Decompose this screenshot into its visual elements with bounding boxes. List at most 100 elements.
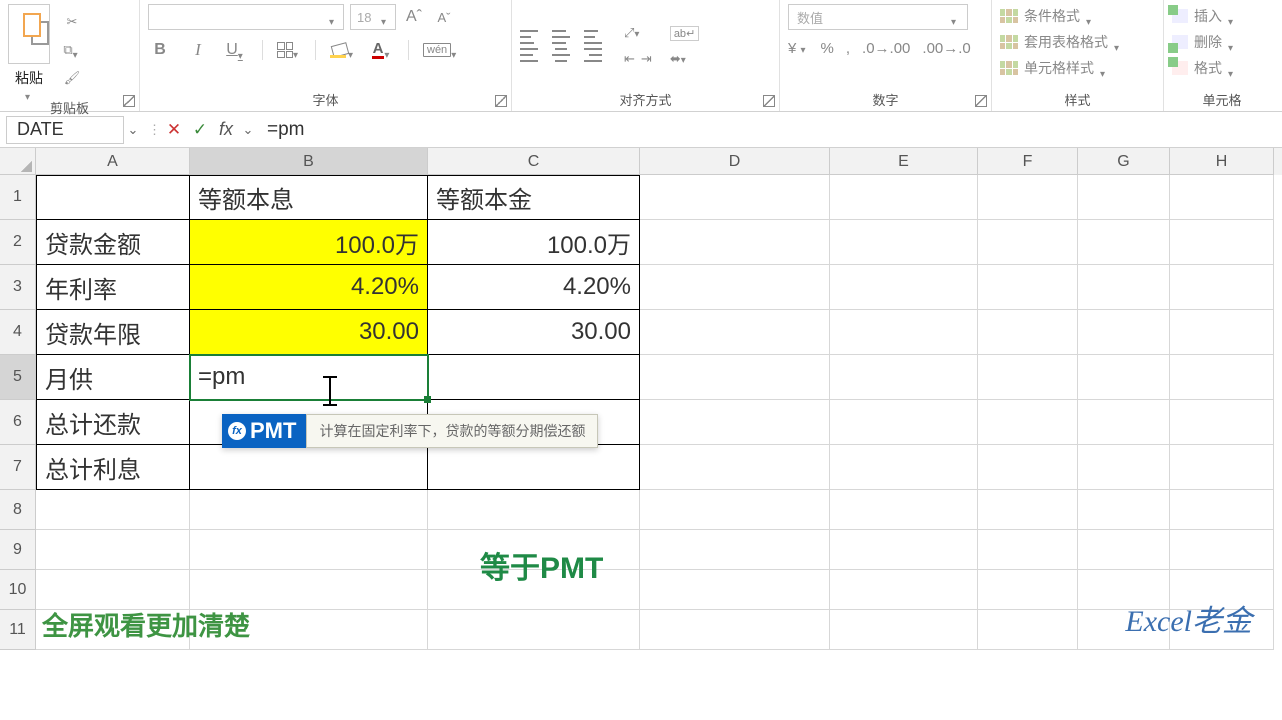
cell-C8[interactable] (428, 490, 640, 530)
cell-F9[interactable] (978, 530, 1078, 570)
cell-E11[interactable] (830, 610, 978, 650)
cell-C3[interactable]: 4.20% (428, 265, 640, 310)
cell-E6[interactable] (830, 400, 978, 445)
row-header-8[interactable]: 8 (0, 490, 36, 530)
cell-B5-active[interactable]: =pm (190, 355, 428, 400)
cell-A2[interactable]: 贷款金额 (36, 220, 190, 265)
paste-dropdown[interactable] (25, 88, 33, 96)
formula-input[interactable]: =pm (257, 119, 1282, 141)
cell-E1[interactable] (830, 175, 978, 220)
clipboard-launcher[interactable] (123, 95, 135, 107)
cell-D2[interactable] (640, 220, 830, 265)
cell-G6[interactable] (1078, 400, 1170, 445)
col-header-H[interactable]: H (1170, 148, 1274, 175)
cell-D4[interactable] (640, 310, 830, 355)
cell-E2[interactable] (830, 220, 978, 265)
col-header-A[interactable]: A (36, 148, 190, 175)
row-header-5[interactable]: 5 (0, 355, 36, 400)
row-header-7[interactable]: 7 (0, 445, 36, 490)
cell-H9[interactable] (1170, 530, 1274, 570)
decrease-decimal-icon[interactable]: .00→.0 (922, 40, 970, 57)
italic-button[interactable]: I (186, 38, 210, 62)
cell-C4[interactable]: 30.00 (428, 310, 640, 355)
font-launcher[interactable] (495, 95, 507, 107)
insert-cells-button[interactable]: 插入 (1172, 4, 1236, 28)
col-header-C[interactable]: C (428, 148, 640, 175)
delete-cells-button[interactable]: 删除 (1172, 30, 1236, 54)
paste-button[interactable]: 粘贴 (15, 64, 43, 88)
percent-button[interactable]: % (821, 40, 834, 57)
cell-H4[interactable] (1170, 310, 1274, 355)
cell-A4[interactable]: 贷款年限 (36, 310, 190, 355)
phonetic-button[interactable]: wén (423, 38, 459, 62)
align-center-icon[interactable] (552, 48, 570, 62)
conditional-formatting-button[interactable]: 条件格式 (1000, 4, 1094, 28)
format-as-table-button[interactable]: 套用表格格式 (1000, 30, 1122, 54)
cell-B1[interactable]: 等额本息 (190, 175, 428, 220)
cell-A6[interactable]: 总计还款 (36, 400, 190, 445)
cell-H8[interactable] (1170, 490, 1274, 530)
align-right-icon[interactable] (584, 48, 602, 62)
cell-F5[interactable] (978, 355, 1078, 400)
cell-H7[interactable] (1170, 445, 1274, 490)
cell-H1[interactable] (1170, 175, 1274, 220)
cell-H2[interactable] (1170, 220, 1274, 265)
cell-B7[interactable] (190, 445, 428, 490)
cell-C2[interactable]: 100.0万 (428, 220, 640, 265)
row-header-2[interactable]: 2 (0, 220, 36, 265)
increase-decimal-icon[interactable]: .0→.00 (862, 40, 910, 57)
format-painter-icon[interactable]: 🖌 (60, 66, 84, 90)
cell-B2[interactable]: 100.0万 (190, 220, 428, 265)
col-header-D[interactable]: D (640, 148, 830, 175)
cell-F7[interactable] (978, 445, 1078, 490)
cell-G2[interactable] (1078, 220, 1170, 265)
orientation-icon[interactable]: ⤢ (624, 25, 642, 41)
cell-B3[interactable]: 4.20% (190, 265, 428, 310)
select-all-corner[interactable] (0, 148, 36, 175)
cell-E8[interactable] (830, 490, 978, 530)
cell-F3[interactable] (978, 265, 1078, 310)
cell-D10[interactable] (640, 570, 830, 610)
cell-F10[interactable] (978, 570, 1078, 610)
cell-D11[interactable] (640, 610, 830, 650)
cell-B9[interactable] (190, 530, 428, 570)
cell-E10[interactable] (830, 570, 978, 610)
align-top-icon[interactable] (520, 30, 538, 44)
font-size-selector[interactable]: 18 (350, 4, 396, 30)
row-header-3[interactable]: 3 (0, 265, 36, 310)
indent-increase-icon[interactable]: ⇥ (641, 51, 652, 67)
format-cells-button[interactable]: 格式 (1172, 56, 1236, 80)
cell-D5[interactable] (640, 355, 830, 400)
underline-button[interactable]: U (224, 38, 248, 62)
col-header-B[interactable]: B (190, 148, 428, 175)
cell-D6[interactable] (640, 400, 830, 445)
autocomplete-item-pmt[interactable]: fx PMT (222, 414, 306, 448)
col-header-F[interactable]: F (978, 148, 1078, 175)
align-middle-icon[interactable] (552, 30, 570, 44)
row-header-1[interactable]: 1 (0, 175, 36, 220)
alignment-launcher[interactable] (763, 95, 775, 107)
cell-D7[interactable] (640, 445, 830, 490)
cell-C11[interactable] (428, 610, 640, 650)
cell-G5[interactable] (1078, 355, 1170, 400)
decrease-font-icon[interactable]: Aˇ (432, 5, 456, 29)
cell-A7[interactable]: 总计利息 (36, 445, 190, 490)
name-box-dropdown[interactable]: ⌄ (124, 122, 142, 138)
cell-E7[interactable] (830, 445, 978, 490)
align-left-icon[interactable] (520, 48, 538, 62)
cell-F4[interactable] (978, 310, 1078, 355)
cell-A8[interactable] (36, 490, 190, 530)
cell-G8[interactable] (1078, 490, 1170, 530)
cell-E4[interactable] (830, 310, 978, 355)
cell-F6[interactable] (978, 400, 1078, 445)
cell-E3[interactable] (830, 265, 978, 310)
confirm-formula-button[interactable]: ✓ (187, 120, 213, 140)
currency-button[interactable]: ¥ (788, 40, 809, 57)
cell-D1[interactable] (640, 175, 830, 220)
bold-button[interactable]: B (148, 38, 172, 62)
cell-A9[interactable] (36, 530, 190, 570)
cell-styles-button[interactable]: 单元格样式 (1000, 56, 1108, 80)
increase-font-icon[interactable]: Aˆ (402, 5, 426, 29)
cell-F2[interactable] (978, 220, 1078, 265)
number-format-selector[interactable]: 数值 (788, 4, 968, 30)
